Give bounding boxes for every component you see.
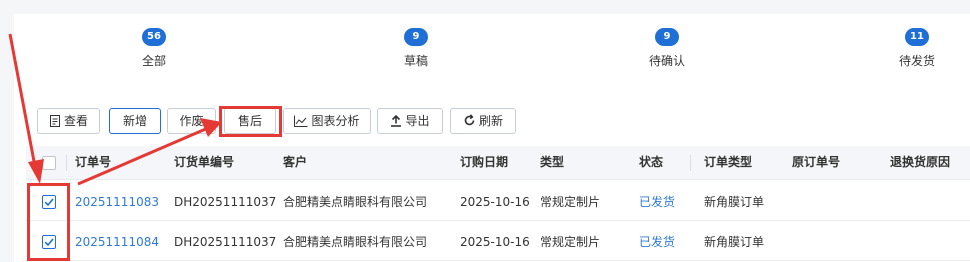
status-text: 已发货 [639, 235, 676, 249]
purchase-number: DH20251111037 [174, 235, 277, 249]
refresh-button[interactable]: 刷新 [450, 108, 516, 134]
refresh-icon [464, 114, 475, 126]
status-badge: 9 [655, 28, 679, 46]
status-tab-label: 全部 [141, 54, 166, 68]
customer-name: 合肥精美点睛眼科有限公司 [283, 195, 428, 209]
column-header-order-no[interactable]: 订单号 [75, 146, 111, 179]
document-icon [49, 114, 60, 127]
select-all-checkbox[interactable] [42, 156, 56, 170]
column-header-purchase-no[interactable]: 订货单编号 [174, 146, 234, 179]
status-tab-pending-ship[interactable]: 11 待发货 [877, 28, 957, 69]
add-button-label: 新增 [122, 114, 147, 128]
upload-icon [391, 114, 402, 127]
status-tab-label: 待确认 [648, 54, 685, 68]
order-number-link[interactable]: 20251111083 [75, 184, 159, 220]
view-button-label: 查看 [63, 114, 88, 128]
line-chart-icon [294, 115, 308, 127]
chart-analysis-button-label: 图表分析 [311, 114, 360, 128]
status-tab-all[interactable]: 56 全部 [114, 28, 194, 69]
table-row[interactable]: 20251111083 DH20251111037 合肥精美点睛眼科有限公司 2… [26, 184, 970, 221]
row-checkbox[interactable] [42, 235, 56, 249]
order-kind: 常规定制片 [540, 195, 601, 209]
order-date: 2025-10-16 [460, 235, 530, 249]
column-header-original-no[interactable]: 原订单号 [792, 146, 840, 179]
status-badge: 56 [142, 28, 166, 46]
table-row[interactable]: 20251111084 DH20251111037 合肥精美点睛眼科有限公司 2… [26, 224, 970, 261]
chart-analysis-button[interactable]: 图表分析 [283, 108, 371, 134]
status-tab-label: 待发货 [898, 54, 935, 68]
row-checkbox[interactable] [42, 195, 56, 209]
view-button[interactable]: 查看 [37, 108, 100, 134]
check-icon [44, 198, 54, 207]
after-sales-button[interactable]: 售后 [224, 108, 276, 134]
table-header: 订单号 订货单编号 客户 订购日期 类型 状态 订单类型 原订单号 退换货原因 [26, 146, 970, 180]
status-badge: 9 [404, 28, 428, 46]
export-button[interactable]: 导出 [377, 108, 443, 134]
add-button[interactable]: 新增 [109, 108, 161, 134]
order-date: 2025-10-16 [460, 195, 530, 209]
status-tab-draft[interactable]: 9 草稿 [376, 28, 456, 69]
status-tab-pending-confirm[interactable]: 9 待确认 [627, 28, 707, 69]
purchase-number: DH20251111037 [174, 195, 277, 209]
order-kind: 常规定制片 [540, 235, 601, 249]
check-icon [44, 238, 54, 247]
column-divider [66, 155, 67, 171]
export-button-label: 导出 [405, 114, 430, 128]
column-divider [690, 155, 691, 171]
column-header-type[interactable]: 类型 [540, 146, 564, 179]
after-sales-button-label: 售后 [237, 114, 262, 128]
void-button-label: 作废 [179, 114, 204, 128]
status-badge: 11 [905, 28, 929, 46]
order-number-link[interactable]: 20251111084 [75, 224, 159, 260]
column-header-customer[interactable]: 客户 [283, 146, 307, 179]
column-header-order-date[interactable]: 订购日期 [460, 146, 508, 179]
order-type: 新角膜订单 [704, 195, 765, 209]
status-tab-label: 草稿 [403, 54, 428, 68]
order-type: 新角膜订单 [704, 235, 765, 249]
status-text: 已发货 [639, 195, 676, 209]
customer-name: 合肥精美点睛眼科有限公司 [283, 235, 428, 249]
void-button[interactable]: 作废 [167, 108, 216, 134]
column-header-order-type[interactable]: 订单类型 [704, 146, 752, 179]
column-header-return-reason[interactable]: 退换货原因 [890, 146, 950, 179]
column-header-status[interactable]: 状态 [639, 146, 663, 179]
refresh-button-label: 刷新 [478, 114, 503, 128]
